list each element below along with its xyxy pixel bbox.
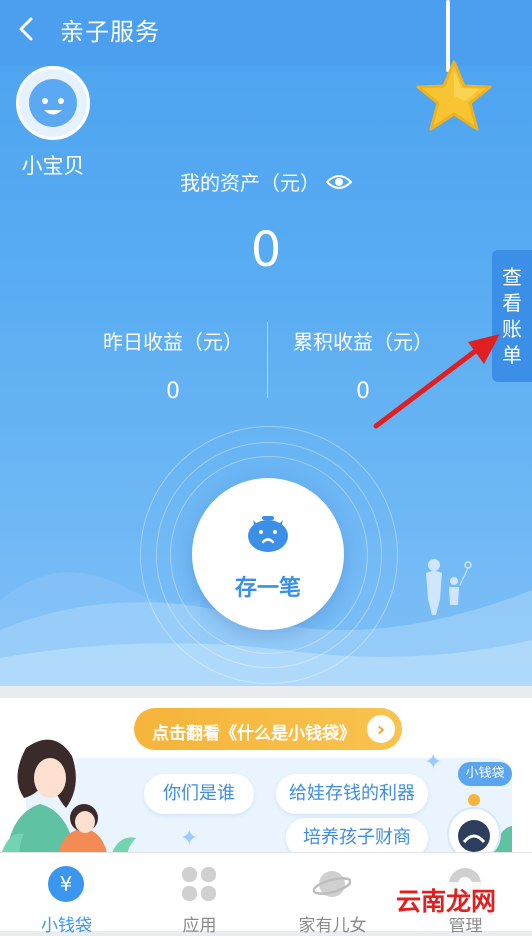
promo-card: 点击翻看《什么是小钱袋》 › 你们是谁 给娃存钱的利器 培养孩子财商 ✦ ✦ 小…: [0, 698, 532, 858]
robot-mascot-icon: [447, 794, 512, 858]
svg-text:¥: ¥: [60, 872, 73, 896]
site-watermark: 云南龙网: [394, 882, 499, 918]
banner-text: 点击翻看《什么是小钱袋》: [152, 724, 356, 744]
chevron-left-icon: [19, 17, 33, 41]
tab-family[interactable]: 家有儿女: [266, 853, 399, 936]
chip-savings-tool[interactable]: 给娃存钱的利器: [276, 774, 428, 814]
sparkle-icon: ✦: [180, 826, 199, 851]
view-statement-char: 账: [502, 317, 522, 341]
page-title: 亲子服务: [60, 18, 160, 46]
avatar[interactable]: [16, 66, 90, 140]
wallet-badge: 小钱袋: [458, 762, 512, 786]
yesterday-earnings: 昨日收益（元） 0: [68, 326, 278, 404]
tab-wallet[interactable]: ¥ 小钱袋: [0, 853, 133, 936]
asset-label: 我的资产（元）: [0, 167, 532, 196]
annotation-arrow: [373, 334, 500, 429]
view-statement-char: 单: [502, 343, 522, 367]
yuan-coin-icon: ¥: [48, 866, 84, 902]
view-statement-char: 看: [502, 291, 522, 315]
chip-who-are-we[interactable]: 你们是谁: [144, 774, 254, 814]
family-silhouette-icon: [426, 559, 472, 615]
what-is-wallet-banner[interactable]: 点击翻看《什么是小钱袋》 ›: [134, 708, 402, 750]
clover-grid-icon: [182, 867, 216, 901]
asset-label-text: 我的资产（元）: [180, 171, 320, 195]
view-statement-char: 查: [502, 265, 522, 289]
tab-label: 家有儿女: [298, 916, 367, 936]
yesterday-earnings-value: 0: [166, 379, 180, 404]
tab-label: 小钱袋: [41, 916, 92, 936]
planet-icon: [313, 871, 351, 897]
piggy-bank-icon: [248, 516, 288, 552]
yesterday-earnings-label: 昨日收益（元）: [103, 330, 243, 354]
deposit-button-label: 存一笔: [234, 576, 301, 601]
tab-label: 应用: [182, 916, 217, 936]
baby-face-icon: [29, 79, 77, 127]
sparkle-icon: ✦: [424, 750, 443, 775]
eye-icon[interactable]: [326, 173, 352, 191]
mother-child-illustration: [0, 739, 136, 858]
tab-apps[interactable]: 应用: [133, 853, 266, 936]
deposit-button[interactable]: 存一笔: [192, 478, 344, 630]
hero-section: 亲子服务 小宝贝 我的资产（元） 0 昨日收益（元） 0 累积收益（元） 0 查…: [0, 0, 532, 686]
back-button[interactable]: [12, 14, 42, 44]
chevron-right-icon: ›: [367, 715, 395, 743]
star-icon: [416, 60, 492, 131]
asset-value: 0: [250, 222, 282, 278]
